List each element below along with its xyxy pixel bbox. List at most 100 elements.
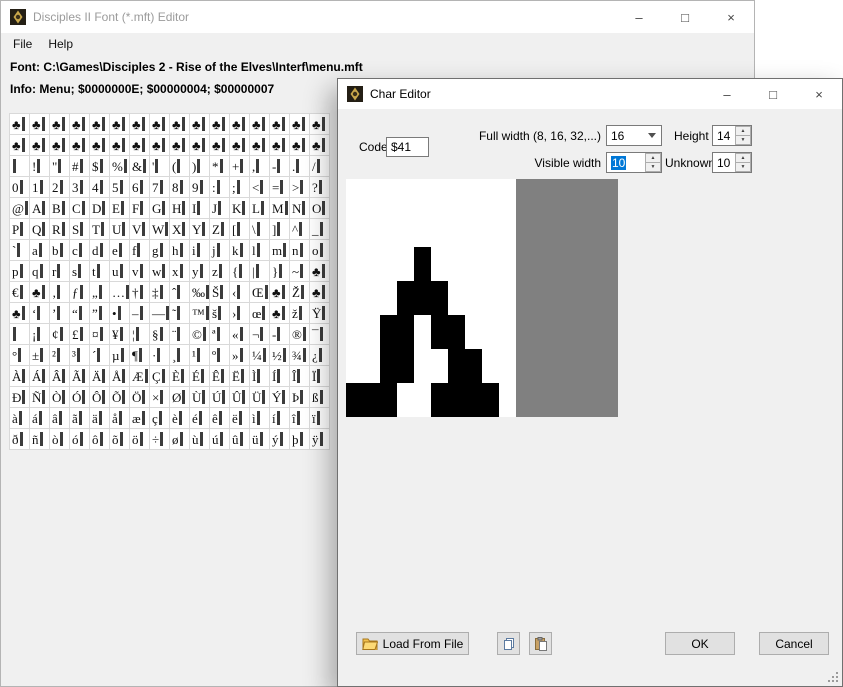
char-cell[interactable]: æ: [130, 408, 150, 429]
char-cell[interactable]: Õ: [110, 387, 130, 408]
pixel[interactable]: [380, 349, 397, 366]
char-cell[interactable]: r: [50, 261, 70, 282]
char-cell[interactable]: È: [170, 366, 190, 387]
pixel[interactable]: [363, 179, 380, 196]
char-cell[interactable]: ♣: [150, 135, 170, 156]
char-cell[interactable]: o: [310, 240, 330, 261]
pixel[interactable]: [601, 196, 618, 213]
pixel[interactable]: [431, 366, 448, 383]
char-cell[interactable]: ¹: [190, 345, 210, 366]
pixel[interactable]: [550, 332, 567, 349]
pixel[interactable]: [550, 179, 567, 196]
pixel[interactable]: [448, 264, 465, 281]
char-cell[interactable]: !: [30, 156, 50, 177]
pixel[interactable]: [465, 213, 482, 230]
char-cell[interactable]: ›: [230, 303, 250, 324]
pixel[interactable]: [499, 196, 516, 213]
char-cell[interactable]: º: [210, 345, 230, 366]
char-cell[interactable]: y: [190, 261, 210, 282]
char-cell[interactable]: ]: [270, 219, 290, 240]
char-cell[interactable]: à: [10, 408, 30, 429]
pixel[interactable]: [414, 230, 431, 247]
pixel[interactable]: [431, 196, 448, 213]
cancel-button[interactable]: Cancel: [759, 632, 829, 655]
pixel[interactable]: [533, 366, 550, 383]
char-cell[interactable]: Ê: [210, 366, 230, 387]
pixel[interactable]: [346, 349, 363, 366]
char-cell[interactable]: ù: [190, 429, 210, 450]
pixel[interactable]: [431, 315, 448, 332]
pixel[interactable]: [567, 230, 584, 247]
char-cell[interactable]: @: [10, 198, 30, 219]
char-cell[interactable]: ‘: [30, 303, 50, 324]
char-cell[interactable]: :: [210, 177, 230, 198]
char-cell[interactable]: Œ: [250, 282, 270, 303]
spin-down-icon[interactable]: ▼: [735, 136, 751, 145]
pixel[interactable]: [431, 332, 448, 349]
char-cell[interactable]: (: [170, 156, 190, 177]
pixel[interactable]: [499, 281, 516, 298]
char-cell[interactable]: ¯: [310, 324, 330, 345]
pixel[interactable]: [397, 230, 414, 247]
char-cell[interactable]: Ç: [150, 366, 170, 387]
char-cell[interactable]: [: [230, 219, 250, 240]
pixel[interactable]: [380, 315, 397, 332]
pixel[interactable]: [414, 281, 431, 298]
char-cell[interactable]: ñ: [30, 429, 50, 450]
pixel[interactable]: [567, 264, 584, 281]
char-cell[interactable]: ×: [150, 387, 170, 408]
char-cell[interactable]: q: [30, 261, 50, 282]
char-cell[interactable]: C: [70, 198, 90, 219]
char-cell[interactable]: Â: [50, 366, 70, 387]
char-cell[interactable]: ú: [210, 429, 230, 450]
char-cell[interactable]: £: [70, 324, 90, 345]
char-cell[interactable]: M: [270, 198, 290, 219]
pixel[interactable]: [448, 332, 465, 349]
char-cell[interactable]: >: [290, 177, 310, 198]
char-cell[interactable]: R: [50, 219, 70, 240]
pixel[interactable]: [346, 366, 363, 383]
pixel[interactable]: [533, 298, 550, 315]
char-cell[interactable]: Ì: [250, 366, 270, 387]
pixel[interactable]: [584, 264, 601, 281]
char-cell[interactable]: ♣: [130, 135, 150, 156]
char-cell[interactable]: ÿ: [310, 429, 330, 450]
char-cell[interactable]: ê: [210, 408, 230, 429]
pixel[interactable]: [346, 230, 363, 247]
pixel[interactable]: [516, 196, 533, 213]
pixel[interactable]: [363, 264, 380, 281]
pixel[interactable]: [601, 400, 618, 417]
full-width-select[interactable]: 16: [606, 125, 662, 146]
char-cell[interactable]: ð: [10, 429, 30, 450]
char-cell[interactable]: Ö: [130, 387, 150, 408]
char-cell[interactable]: X: [170, 219, 190, 240]
pixel[interactable]: [380, 281, 397, 298]
pixel[interactable]: [397, 179, 414, 196]
pixel[interactable]: [397, 383, 414, 400]
char-cell[interactable]: É: [190, 366, 210, 387]
char-cell[interactable]: Ä: [90, 366, 110, 387]
char-cell[interactable]: ò: [50, 429, 70, 450]
char-cell[interactable]: Ë: [230, 366, 250, 387]
char-cell[interactable]: ♣: [170, 135, 190, 156]
char-cell[interactable]: }: [270, 261, 290, 282]
char-cell[interactable]: #: [70, 156, 90, 177]
pixel[interactable]: [499, 298, 516, 315]
char-cell[interactable]: À: [10, 366, 30, 387]
pixel[interactable]: [550, 264, 567, 281]
char-cell[interactable]: t: [90, 261, 110, 282]
pixel[interactable]: [482, 230, 499, 247]
pixel[interactable]: [448, 230, 465, 247]
char-cell[interactable]: ♣: [270, 303, 290, 324]
char-cell[interactable]: v: [130, 261, 150, 282]
char-cell[interactable]: k: [230, 240, 250, 261]
pixel[interactable]: [465, 332, 482, 349]
char-cell[interactable]: ®: [290, 324, 310, 345]
char-cell[interactable]: G: [150, 198, 170, 219]
char-cell[interactable]: †: [130, 282, 150, 303]
pixel[interactable]: [584, 400, 601, 417]
char-cell[interactable]: |: [250, 261, 270, 282]
pixel[interactable]: [482, 281, 499, 298]
char-cell[interactable]: <: [250, 177, 270, 198]
char-cell[interactable]: ç: [150, 408, 170, 429]
